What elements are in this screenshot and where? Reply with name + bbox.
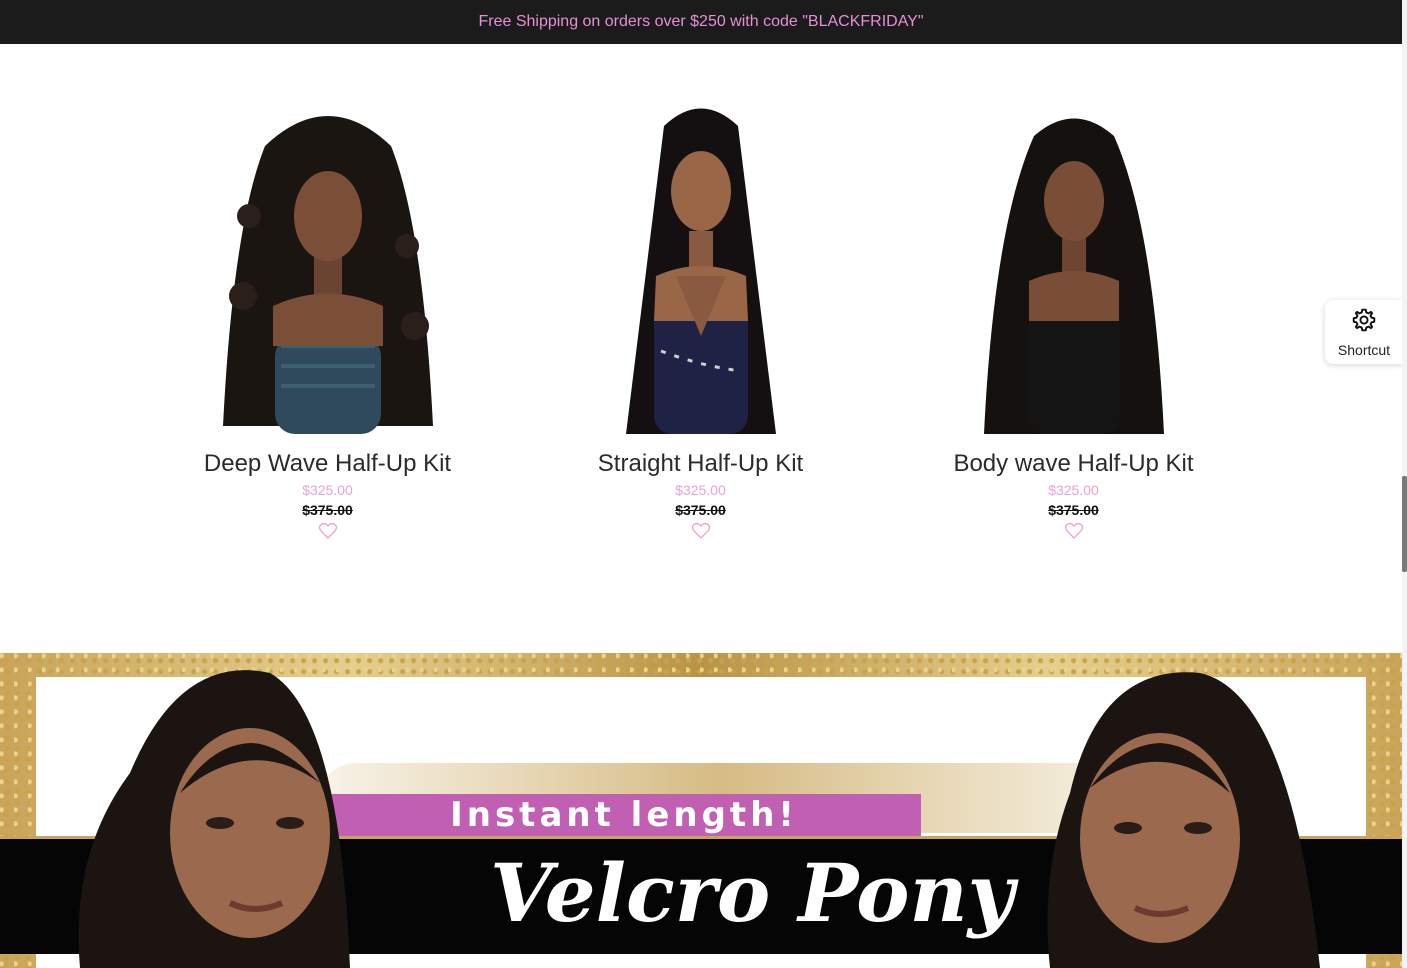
banner-headline: Velcro Pony bbox=[490, 846, 1015, 940]
product-name[interactable]: Deep Wave Half-Up Kit bbox=[141, 450, 514, 478]
product-card[interactable]: Straight Half-Up Kit $325.00 $375.00 bbox=[514, 96, 887, 546]
sale-price: $325.00 bbox=[1048, 482, 1099, 498]
heart-outline-icon[interactable] bbox=[691, 521, 711, 541]
product-card[interactable]: Deep Wave Half-Up Kit $325.00 $375.00 bbox=[141, 96, 514, 546]
banner-model-left bbox=[78, 670, 351, 968]
product-grid: Deep Wave Half-Up Kit $325.00 $375.00 St… bbox=[0, 44, 1402, 653]
product-image[interactable] bbox=[203, 96, 453, 434]
page-scrollbar[interactable] bbox=[1402, 0, 1407, 968]
gear-icon bbox=[1351, 307, 1377, 338]
heart-outline-icon[interactable] bbox=[1064, 521, 1084, 541]
announcement-bar: Free Shipping on orders over $250 with c… bbox=[0, 0, 1402, 44]
original-price: $375.00 bbox=[1048, 502, 1099, 518]
sale-price: $325.00 bbox=[675, 482, 726, 498]
banner-model-right bbox=[1047, 672, 1320, 968]
product-card[interactable]: Body wave Half-Up Kit $325.00 $375.00 bbox=[887, 96, 1260, 546]
product-name[interactable]: Body wave Half-Up Kit bbox=[887, 450, 1260, 478]
announcement-text: Free Shipping on orders over $250 with c… bbox=[478, 13, 924, 30]
shortcut-button[interactable]: Shortcut bbox=[1325, 300, 1403, 364]
product-name[interactable]: Straight Half-Up Kit bbox=[514, 450, 887, 478]
heart-outline-icon[interactable] bbox=[318, 521, 338, 541]
product-image[interactable] bbox=[949, 96, 1199, 434]
scrollbar-thumb[interactable] bbox=[1402, 476, 1407, 572]
shortcut-label: Shortcut bbox=[1337, 341, 1391, 358]
product-image[interactable] bbox=[576, 96, 826, 434]
original-price: $375.00 bbox=[302, 502, 353, 518]
original-price: $375.00 bbox=[675, 502, 726, 518]
velcro-pony-banner[interactable]: Instant length! Velcro Pony bbox=[0, 653, 1402, 968]
banner-tagline: Instant length! bbox=[327, 794, 921, 836]
sale-price: $325.00 bbox=[302, 482, 353, 498]
